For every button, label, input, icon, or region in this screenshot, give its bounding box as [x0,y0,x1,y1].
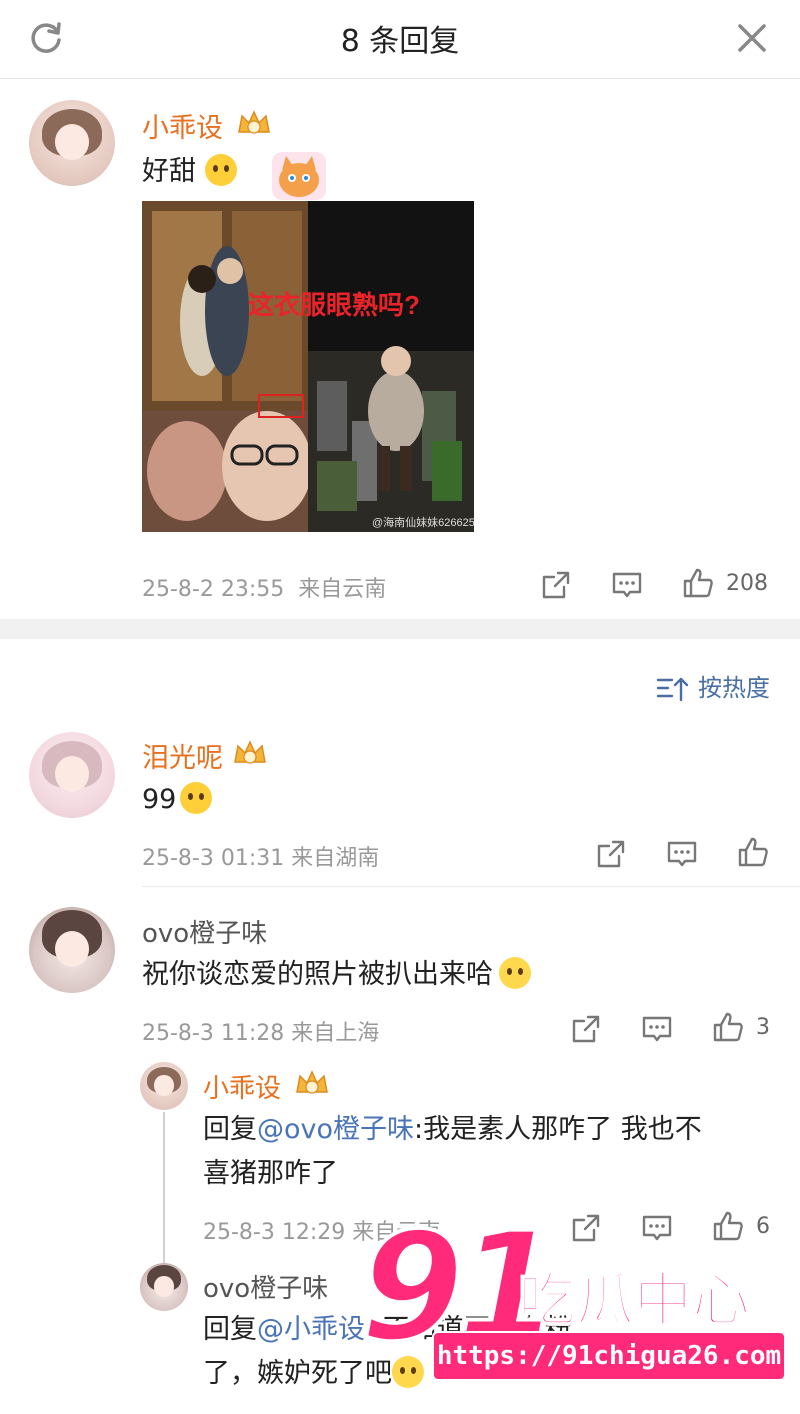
page-title: 8 条回复 [340,24,460,59]
image-caption: 这衣服眼熟吗? [248,290,420,320]
username[interactable]: ovo橙子味 [203,1268,328,1305]
image-watermark: @海南仙妹妹626625 [372,515,474,529]
sort-button[interactable]: 按热度 [656,668,770,703]
comment-meta: 25-8-3 01:31 来自湖南 [142,846,380,871]
comment-icon[interactable] [641,1212,673,1244]
share-icon[interactable] [540,569,572,601]
avatar[interactable] [29,100,115,186]
share-icon[interactable] [595,838,627,870]
cry-laugh-emoji-icon [499,957,531,989]
sort-label: 按热度 [698,674,770,702]
section-divider [0,619,800,639]
smile-emoji-icon [204,154,237,186]
row-divider [142,886,800,887]
comment-text: 99 [142,778,213,822]
share-icon[interactable] [570,1013,602,1045]
avatar[interactable] [29,907,115,993]
like-icon[interactable] [682,567,714,599]
username[interactable]: 泪光呢 [142,736,223,775]
like-icon[interactable] [712,1210,744,1242]
comment-icon[interactable] [666,838,698,870]
crown-badge-icon [234,740,266,764]
comment-meta: 25-8-2 23:55 来自云南 [142,577,387,602]
crown-badge-icon [238,110,270,134]
comment-meta: 25-8-3 11:28 来自上海 [142,1021,380,1046]
close-icon[interactable] [732,18,772,58]
avatar[interactable] [140,1062,188,1110]
comment-icon[interactable] [611,569,643,601]
username[interactable]: 小乖设 [142,106,223,145]
comment-text: 好甜 [142,150,237,194]
reply-text: 回复@ovo橙子味:我是素人那咋了 我也不 喜猪那咋了 [203,1114,702,1189]
laugh-emoji-icon [180,782,213,814]
comment-icon[interactable] [641,1013,673,1045]
like-icon[interactable] [712,1011,744,1043]
like-count: 6 [756,1214,770,1239]
thread-line [163,1112,165,1264]
avatar[interactable] [29,732,115,818]
share-icon[interactable] [570,1212,602,1244]
like-icon[interactable] [737,836,769,868]
mention-link[interactable]: @ovo橙子味 [257,1114,414,1145]
top-bar: 8 条回复 [0,0,800,79]
like-count: 3 [756,1015,770,1040]
username[interactable]: ovo橙子味 [142,913,267,950]
crown-badge-icon [296,1070,328,1094]
cat-sticker-icon [272,152,326,200]
mention-link[interactable]: @小乖设 [257,1314,365,1345]
site-watermark-url: https://91chigua26.com [432,1331,786,1381]
site-watermark-name: 吃瓜中心 [517,1265,751,1335]
sort-icon [657,677,689,702]
like-count: 208 [726,571,768,596]
comment-image[interactable]: 这衣服眼熟吗? @海南仙妹妹626625 [142,201,474,532]
avatar[interactable] [140,1263,188,1311]
username[interactable]: 小乖设 [203,1068,281,1105]
comment-text: 祝你谈恋爱的照片被扒出来哈 [142,953,531,997]
